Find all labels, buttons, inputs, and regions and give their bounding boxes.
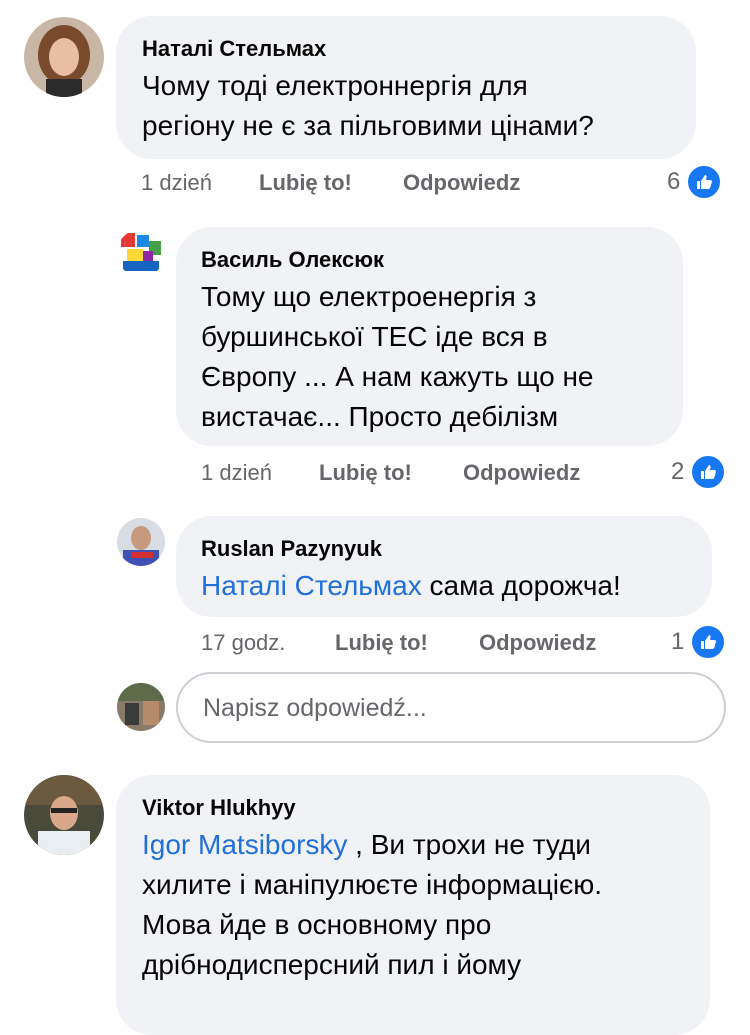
like-button[interactable]: Lubię to!: [259, 170, 352, 196]
comment-timestamp[interactable]: 1 dzień: [141, 170, 212, 196]
reply-button[interactable]: Odpowiedz: [463, 460, 580, 486]
comment-text: Наталі Стельмах сама дорожча!: [201, 566, 621, 606]
reply-button[interactable]: Odpowiedz: [403, 170, 520, 196]
avatar-natali[interactable]: [24, 17, 104, 97]
comment-text-line: Чому тоді електроннергія для: [142, 70, 528, 101]
comment-author[interactable]: Viktor Hlukhyy: [142, 795, 296, 821]
like-count: 2: [671, 458, 685, 485]
comment-timestamp[interactable]: 17 godz.: [201, 630, 285, 656]
reply-input-placeholder: Napisz odpowiedź...: [203, 694, 427, 722]
reply-button[interactable]: Odpowiedz: [479, 630, 596, 656]
thumbs-up-icon: [686, 164, 723, 200]
reaction-count[interactable]: 6: [667, 164, 723, 200]
comment-text-line: дрібнодисперсний пил і йому: [142, 949, 522, 980]
comment-text-line: Тому що електроенергія з: [201, 281, 537, 312]
comment-bubble: Наталі Стельмах Чому тоді електроннергія…: [116, 16, 696, 159]
comment-bubble: Ruslan Pazynyuk Наталі Стельмах сама дор…: [176, 516, 712, 617]
comment-text-line: регіону не є за пільговими цінами?: [142, 110, 594, 141]
thumbs-up-icon: [690, 454, 727, 490]
avatar-ruslan[interactable]: [117, 518, 165, 566]
comment-text-line: Європу ... А нам кажуть що не: [201, 361, 594, 392]
comment-author[interactable]: Василь Олексюк: [201, 247, 384, 273]
mention-link[interactable]: Igor Matsiborsky: [142, 829, 347, 860]
comment-text-line: буршинської ТЕС іде вся в: [201, 321, 548, 352]
comment-text-body: сама дорожча!: [421, 570, 621, 601]
like-button[interactable]: Lubię to!: [319, 460, 412, 486]
comment-text-line: Мова йде в основному про: [142, 909, 492, 940]
comment-author[interactable]: Ruslan Pazynyuk: [201, 536, 382, 562]
avatar-vasyl[interactable]: [117, 229, 165, 277]
comment-text-line: вистачає... Просто дебілізм: [201, 401, 559, 432]
reaction-count[interactable]: 1: [671, 624, 727, 660]
like-count: 6: [667, 168, 681, 195]
mention-link[interactable]: Наталі Стельмах: [201, 570, 422, 601]
thumbs-up-icon: [690, 624, 727, 660]
comment-bubble: Viktor Hlukhyy Igor Matsiborsky , Ви тро…: [116, 775, 710, 1035]
comment-text: Igor Matsiborsky , Ви трохи не туди: [142, 825, 591, 865]
comment-timestamp[interactable]: 1 dzień: [201, 460, 272, 486]
comment-text-body: , Ви трохи не туди: [347, 829, 591, 860]
current-user-avatar: [117, 683, 165, 731]
like-count: 1: [671, 628, 685, 655]
reaction-count[interactable]: 2: [671, 454, 727, 490]
comment-author[interactable]: Наталі Стельмах: [142, 36, 326, 62]
avatar-viktor[interactable]: [24, 775, 104, 855]
comment-bubble: Василь Олексюк Тому що електроенергія з …: [176, 227, 683, 446]
like-button[interactable]: Lubię to!: [335, 630, 428, 656]
comment-text-line: хилите і маніпулюєте інформацією.: [142, 869, 603, 900]
reply-input[interactable]: Napisz odpowiedź...: [176, 672, 726, 743]
